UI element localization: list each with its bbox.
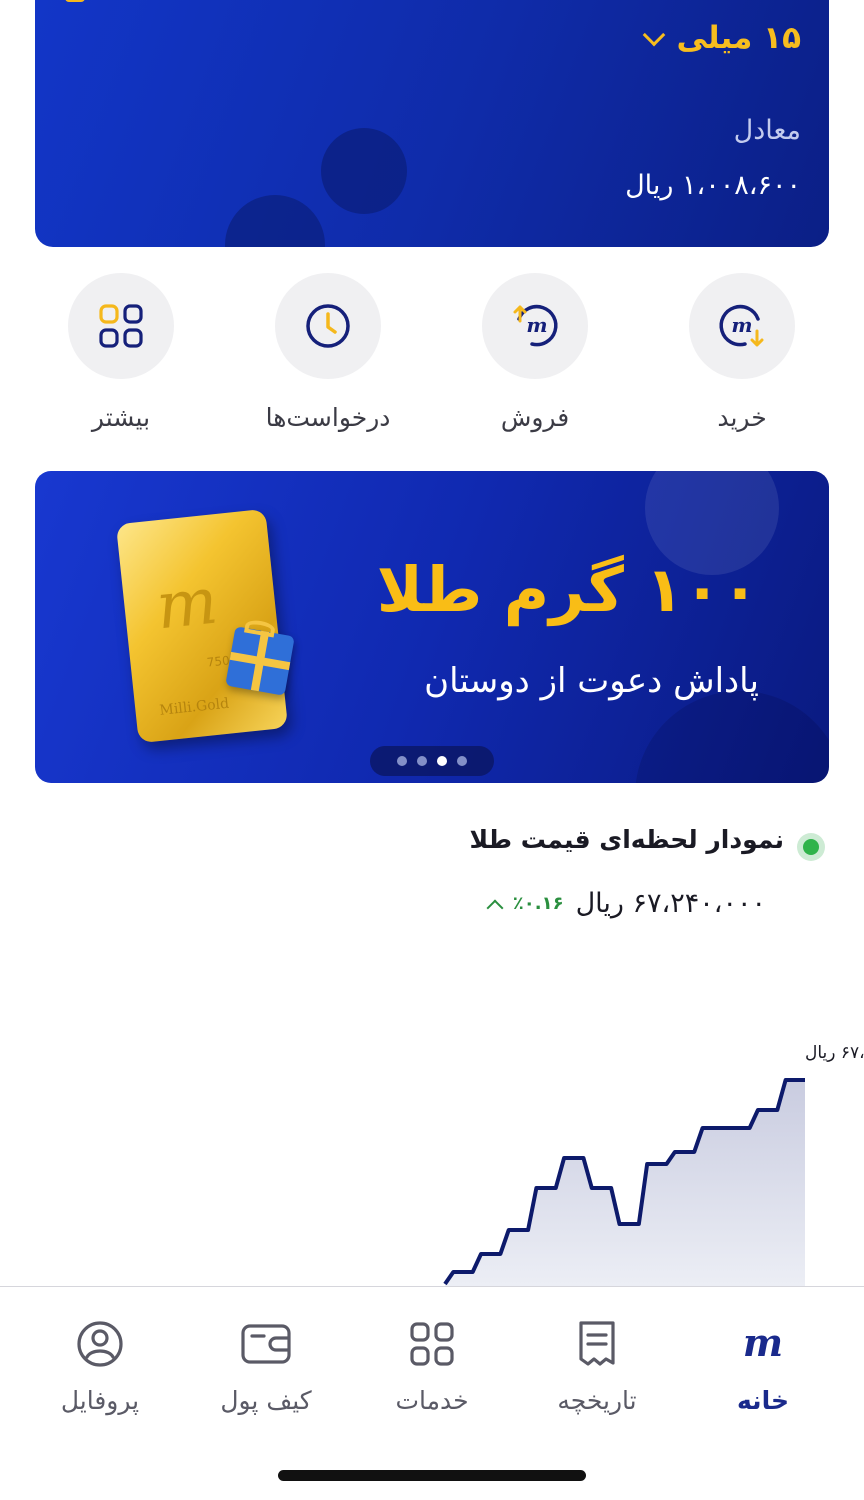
nav-history-label: تاریخچه (557, 1386, 637, 1415)
services-grid-icon (410, 1322, 454, 1366)
gold-bar-brand: Milli.Gold (158, 695, 230, 719)
carousel-dot[interactable] (397, 756, 407, 766)
carousel-dot[interactable] (417, 756, 427, 766)
chart-title: نمودار لحظه‌ای قیمت طلا (469, 825, 784, 854)
gold-bar-purity: 750 (206, 653, 231, 670)
carousel-dot-active[interactable] (437, 756, 447, 766)
nav-wallet-label: کیف پول (220, 1386, 312, 1415)
unit-selector[interactable]: ۱۵ میلی (643, 20, 801, 56)
svg-text:m: m (526, 313, 547, 337)
chevron-down-icon (643, 23, 666, 47)
nav-services-label: خدمات (395, 1386, 469, 1415)
nav-services[interactable]: خدمات (347, 1316, 517, 1415)
wallet-icon (241, 1324, 291, 1364)
price-change: ٪۰.۱۶ (512, 893, 564, 914)
arrow-up-icon (486, 899, 504, 916)
chart-last-value-label: ۶۷،۲۴۰،۰۰۰ ریال (805, 1043, 864, 1063)
more-label: بیشتر (91, 403, 151, 432)
profile-icon (77, 1321, 123, 1367)
equivalent-value: ۱،۰۰۸،۶۰۰ ریال (625, 170, 801, 201)
gold-bar-logo: m (152, 564, 222, 645)
current-price-row: ٪۰.۱۶ ۶۷،۲۴۰،۰۰۰ ریال (486, 888, 766, 919)
nav-home[interactable]: m خانه (678, 1316, 848, 1415)
gift-box-icon (225, 626, 295, 696)
decorative-circle (321, 128, 407, 214)
current-price: ۶۷،۲۴۰،۰۰۰ ریال (575, 888, 766, 919)
sell-gold-icon: m (513, 304, 558, 347)
carousel-dot[interactable] (457, 756, 467, 766)
nav-history[interactable]: تاریخچه (512, 1316, 682, 1415)
banner-title: ۱۰۰ گرم طلا (376, 553, 759, 626)
svg-text:m: m (731, 313, 752, 337)
balance-card: ۱۵ میلی معادل ۱،۰۰۸،۶۰۰ ریال (35, 0, 829, 247)
nav-home-label: خانه (737, 1386, 789, 1415)
buy-label: خرید (717, 403, 767, 432)
decorative-circle (225, 195, 325, 247)
requests-button[interactable]: درخواست‌ها (248, 273, 408, 432)
home-indicator (278, 1470, 586, 1481)
sell-button[interactable]: m فروش (455, 273, 615, 432)
clock-icon (306, 304, 350, 348)
promo-banner[interactable]: m 750 Milli.Gold ۱۰۰ گرم طلا پاداش دعوت … (35, 471, 829, 783)
grid-more-icon (99, 304, 143, 348)
receipt-icon (579, 1321, 615, 1366)
svg-text:m: m (743, 1324, 783, 1364)
requests-label: درخواست‌ها (265, 403, 391, 432)
banner-subtitle: پاداش دعوت از دوستان (424, 661, 759, 701)
buy-gold-icon: m (719, 304, 764, 347)
live-status-icon (797, 833, 825, 861)
nav-profile[interactable]: پروفایل (15, 1316, 185, 1415)
carousel-indicator[interactable] (370, 746, 494, 776)
equivalent-label: معادل (733, 115, 801, 146)
home-m-logo-icon: m (743, 1324, 783, 1364)
more-button[interactable]: بیشتر (41, 273, 201, 432)
sell-label: فروش (500, 403, 570, 432)
gold-amount: ۱۵ میلی (676, 20, 801, 56)
nav-wallet[interactable]: کیف پول (181, 1316, 351, 1415)
decorative-circle (635, 691, 829, 783)
price-chart[interactable]: ۶۷،۲۴۰،۰۰۰ ریال (0, 1030, 864, 1286)
card-corner-icon (65, 0, 85, 2)
buy-button[interactable]: m خرید (662, 273, 822, 432)
nav-profile-label: پروفایل (60, 1386, 140, 1415)
